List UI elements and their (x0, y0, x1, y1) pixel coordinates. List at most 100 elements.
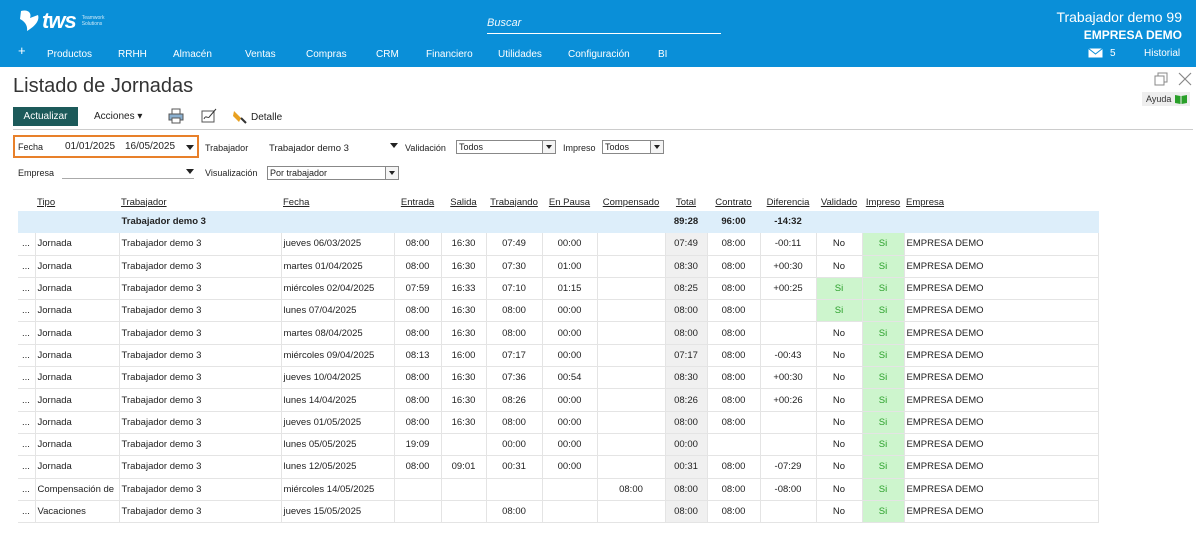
search-input[interactable] (487, 15, 721, 31)
close-icon[interactable] (1178, 72, 1192, 86)
col-header[interactable]: Trabajador (119, 193, 281, 211)
table-cell (542, 500, 598, 524)
nav-rrhh[interactable]: RRHH (118, 49, 147, 60)
validacion-select[interactable]: Todos (456, 140, 556, 154)
col-header[interactable]: Validado (816, 193, 862, 211)
row-menu-button[interactable]: ... (18, 255, 36, 278)
table-cell: 16:30 (441, 255, 487, 278)
table-row[interactable]: ... Jornada Trabajador demo 3 jueves 10/04/… (18, 366, 1099, 390)
user-name[interactable]: Trabajador demo 99 (1056, 9, 1182, 25)
row-menu-button[interactable]: ... (18, 388, 36, 412)
table-cell: EMPRESA DEMO (904, 344, 1099, 368)
table-cell (441, 500, 487, 524)
table-cell: 00:00 (665, 433, 708, 457)
actions-label: Acciones (94, 111, 135, 122)
col-header[interactable]: Contrato (707, 193, 760, 211)
table-row[interactable]: ... Jornada Trabajador demo 3 jueves 06/03/… (18, 232, 1099, 256)
table-cell: Jornada (35, 433, 120, 457)
table-row[interactable]: ... Jornada Trabajador demo 3 miércoles 09/… (18, 344, 1099, 368)
table-cell: 07:10 (486, 277, 543, 301)
empresa-select[interactable] (62, 165, 194, 179)
historial-link[interactable]: Historial (1144, 48, 1180, 59)
nav-bi[interactable]: BI (658, 49, 667, 60)
trabajador-select[interactable]: Trabajador demo 3 (269, 143, 349, 154)
chevron-down-icon[interactable] (186, 169, 194, 174)
table-cell: Jornada (35, 277, 120, 301)
table-cell: Si (862, 366, 905, 390)
row-menu-button[interactable]: ... (18, 366, 36, 390)
nav-utilidades[interactable]: Utilidades (498, 49, 542, 60)
date-from-input[interactable]: 01/01/2025 (65, 141, 115, 152)
chevron-down-icon[interactable] (650, 141, 663, 153)
col-header[interactable]: Fecha (281, 193, 394, 211)
col-header[interactable]: Total (665, 193, 707, 211)
detail-button[interactable]: Detalle (251, 112, 282, 123)
col-header[interactable]: En Pausa (542, 193, 597, 211)
date-range-filter[interactable]: Fecha 01/01/2025 16/05/2025 (13, 135, 199, 158)
table-row[interactable]: ... Jornada Trabajador demo 3 lunes 05/05/2… (18, 433, 1099, 457)
table-cell: jueves 01/05/2025 (281, 411, 395, 434)
table-row[interactable]: ... Jornada Trabajador demo 3 martes 01/04/… (18, 255, 1099, 278)
mail-icon[interactable] (1088, 48, 1103, 58)
company-name[interactable]: EMPRESA DEMO (1084, 28, 1182, 42)
detail-icon[interactable] (232, 108, 248, 124)
print-icon[interactable] (168, 108, 184, 124)
row-menu-button[interactable]: ... (18, 232, 36, 256)
table-row[interactable]: ... Jornada Trabajador demo 3 jueves 01/05/… (18, 411, 1099, 434)
table-row[interactable]: ... Vacaciones Trabajador demo 3 jueves 15/… (18, 500, 1099, 524)
sign-icon[interactable] (201, 108, 217, 124)
table-row[interactable]: ... Jornada Trabajador demo 3 martes 08/04/… (18, 321, 1099, 345)
table-cell: EMPRESA DEMO (904, 500, 1099, 524)
table-row[interactable]: ... Jornada Trabajador demo 3 miércoles 02/… (18, 277, 1099, 301)
logo[interactable]: tws Teamwork Solutions (18, 8, 118, 34)
table-cell: 08:00 (707, 277, 761, 301)
table-row[interactable]: ... Jornada Trabajador demo 3 lunes 12/05/2… (18, 455, 1099, 479)
col-header[interactable]: Compensado (597, 193, 665, 211)
nav-ventas[interactable]: Ventas (245, 49, 276, 60)
refresh-button[interactable]: Actualizar (13, 107, 78, 126)
help-button[interactable]: Ayuda (1142, 92, 1190, 106)
search-box[interactable] (487, 13, 721, 34)
chevron-down-icon[interactable] (385, 167, 398, 179)
col-header[interactable]: Empresa (904, 193, 1098, 211)
table-cell (597, 277, 666, 301)
chevron-down-icon[interactable] (186, 145, 194, 150)
table-row[interactable]: ... Jornada Trabajador demo 3 lunes 07/04/2… (18, 299, 1099, 323)
table-cell: 08:00 (394, 411, 442, 434)
table-cell: 07:17 (665, 344, 708, 368)
nav-crm[interactable]: CRM (376, 49, 399, 60)
table-row[interactable]: ... Jornada Trabajador demo 3 lunes 14/04/2… (18, 388, 1099, 412)
impreso-select[interactable]: Todos (602, 140, 664, 154)
col-header[interactable]: Salida (441, 193, 486, 211)
nav-add[interactable]: + (18, 43, 26, 58)
row-menu-button[interactable]: ... (18, 455, 36, 479)
row-menu-button[interactable]: ... (18, 299, 36, 323)
table-row[interactable]: ... Compensación de Trabajador demo 3 miérc… (18, 478, 1099, 501)
nav-productos[interactable]: Productos (47, 49, 92, 60)
nav-financiero[interactable]: Financiero (426, 49, 473, 60)
actions-menu[interactable]: Acciones ▾ (94, 111, 142, 122)
col-header[interactable]: Entrada (394, 193, 441, 211)
nav-configuracion[interactable]: Configuración (568, 49, 630, 60)
table-cell: 08:00 (707, 255, 761, 278)
restore-window-icon[interactable] (1154, 72, 1168, 86)
col-header[interactable]: Impreso (862, 193, 904, 211)
row-menu-button[interactable]: ... (18, 321, 36, 345)
chevron-down-icon[interactable] (390, 143, 398, 148)
date-to-input[interactable]: 16/05/2025 (125, 141, 175, 152)
table-cell: 08:00 (665, 321, 708, 345)
chevron-down-icon[interactable] (542, 141, 555, 153)
col-header[interactable]: Diferencia (760, 193, 816, 211)
table-cell: Si (862, 433, 905, 457)
visualizacion-select[interactable]: Por trabajador (267, 166, 399, 180)
row-menu-button[interactable]: ... (18, 411, 36, 434)
row-menu-button[interactable]: ... (18, 344, 36, 368)
nav-almacen[interactable]: Almacén (173, 49, 212, 60)
row-menu-button[interactable]: ... (18, 433, 36, 457)
row-menu-button[interactable]: ... (18, 478, 36, 501)
col-header[interactable]: Trabajando (486, 193, 542, 211)
row-menu-button[interactable]: ... (18, 500, 36, 524)
col-header[interactable]: Tipo (35, 193, 119, 211)
row-menu-button[interactable]: ... (18, 277, 36, 301)
nav-compras[interactable]: Compras (306, 49, 347, 60)
